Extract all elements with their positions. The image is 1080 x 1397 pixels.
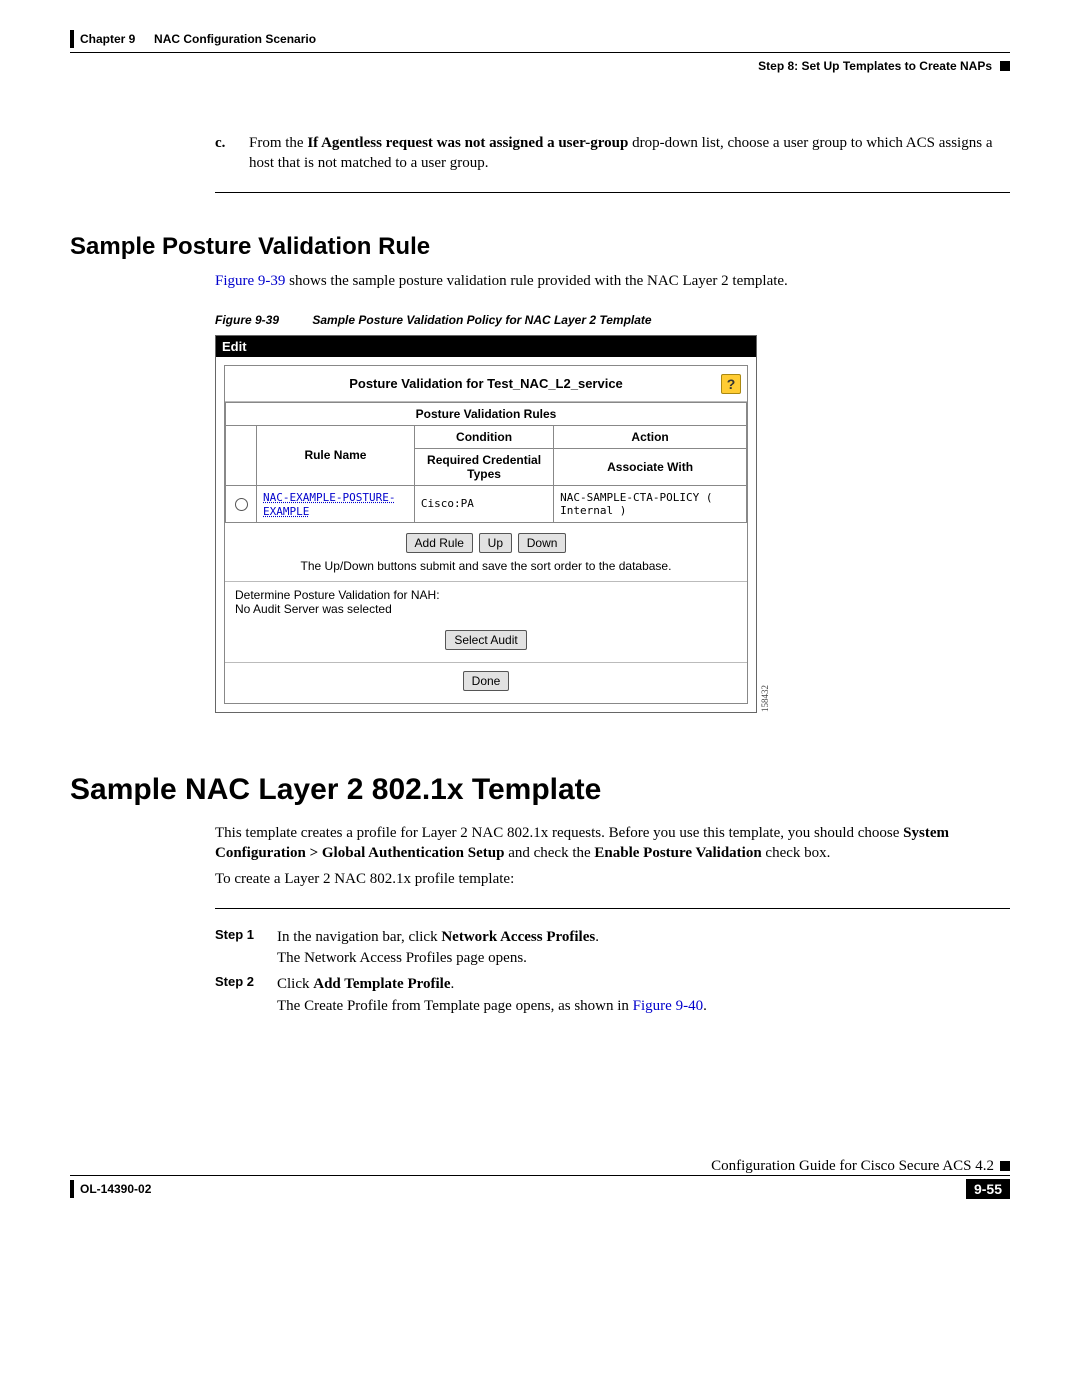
rule-row-radio[interactable] <box>235 498 248 511</box>
col-condition: Condition <box>414 425 553 448</box>
page-number: 9-55 <box>966 1179 1010 1199</box>
done-button[interactable]: Done <box>463 671 510 691</box>
list-item-c: c. From the If Agentless request was not… <box>215 133 1010 174</box>
step-1-line-1: In the navigation bar, click Network Acc… <box>277 927 1010 949</box>
figure-window-title: Edit <box>216 336 756 357</box>
section2-paragraph-1: This template creates a profile for Laye… <box>215 823 1010 864</box>
figure-9-40-link[interactable]: Figure 9-40 <box>633 998 703 1014</box>
divider <box>215 192 1010 193</box>
down-button[interactable]: Down <box>518 533 567 553</box>
section2-paragraph-2: To create a Layer 2 NAC 802.1x profile t… <box>215 869 1010 889</box>
list-item-c-text: From the If Agentless request was not as… <box>249 133 1010 174</box>
header-rule <box>70 52 1010 53</box>
section1-paragraph: Figure 9-39 shows the sample posture val… <box>215 271 1010 291</box>
chapter-number: Chapter 9 <box>80 32 135 46</box>
up-button[interactable]: Up <box>479 533 512 553</box>
step-2: Step 2 Click Add Template Profile. The C… <box>215 974 1010 1018</box>
list-item-c-label: c. <box>215 133 235 174</box>
heading-sample-posture-validation-rule: Sample Posture Validation Rule <box>70 233 1010 261</box>
rules-table-title: Posture Validation Rules <box>226 402 747 425</box>
figure-number: Figure 9-39 <box>215 313 279 327</box>
step-2-line-2: The Create Profile from Template page op… <box>277 996 1010 1018</box>
figure-title: Sample Posture Validation Policy for NAC… <box>312 313 651 327</box>
step-1-label: Step 1 <box>215 927 261 971</box>
step-1: Step 1 In the navigation bar, click Netw… <box>215 927 1010 971</box>
footer-doc-id: OL-14390-02 <box>80 1182 151 1196</box>
col-action: Action <box>554 425 747 448</box>
heading-sample-nac-layer2-8021x-template: Sample NAC Layer 2 802.1x Template <box>70 773 1010 807</box>
figure-side-code: 158432 <box>760 685 770 712</box>
nah-line2: No Audit Server was selected <box>235 602 737 616</box>
col-required-credential-types: Required Credential Types <box>414 448 553 485</box>
page-footer: Configuration Guide for Cisco Secure ACS… <box>70 1158 1010 1199</box>
header-mark-right <box>1000 61 1010 71</box>
divider <box>215 908 1010 909</box>
footer-mark-right <box>1000 1161 1010 1171</box>
add-rule-button[interactable]: Add Rule <box>406 533 473 553</box>
figure-9-39-link[interactable]: Figure 9-39 <box>215 273 285 289</box>
chapter-title: NAC Configuration Scenario <box>154 32 316 46</box>
figure-note: The Up/Down buttons submit and save the … <box>225 559 747 573</box>
figure-panel-title: Posture Validation for Test_NAC_L2_servi… <box>225 366 747 402</box>
step-2-line-1: Click Add Template Profile. <box>277 974 1010 996</box>
footer-guide-title: Configuration Guide for Cisco Secure ACS… <box>711 1158 994 1175</box>
figure-button-row: Add Rule Up Down <box>229 531 743 555</box>
col-associate-with: Associate With <box>554 448 747 485</box>
nah-block: Determine Posture Validation for NAH: No… <box>225 581 747 622</box>
header-mark-left <box>70 30 74 48</box>
select-audit-button[interactable]: Select Audit <box>445 630 526 650</box>
step-label: Step 8: Set Up Templates to Create NAPs <box>758 59 992 73</box>
rule-name-link[interactable]: NAC-EXAMPLE-POSTURE-EXAMPLE <box>263 491 395 518</box>
table-row: NAC-EXAMPLE-POSTURE-EXAMPLE Cisco:PA NAC… <box>226 485 747 522</box>
rule-action-cell: NAC-SAMPLE-CTA-POLICY ( Internal ) <box>554 485 747 522</box>
rule-condition-cell: Cisco:PA <box>414 485 553 522</box>
step-1-line-2: The Network Access Profiles page opens. <box>277 948 1010 970</box>
posture-validation-rules-table: Posture Validation Rules Rule Name Condi… <box>225 402 747 523</box>
step-2-label: Step 2 <box>215 974 261 1018</box>
figure-caption: Figure 9-39 Sample Posture Validation Po… <box>215 313 1010 327</box>
page-header: Chapter 9 NAC Configuration Scenario <box>70 30 1010 48</box>
help-icon[interactable]: ? <box>721 374 741 394</box>
figure-9-39: Edit Posture Validation for Test_NAC_L2_… <box>215 335 757 713</box>
nah-line1: Determine Posture Validation for NAH: <box>235 588 737 602</box>
footer-mark-left <box>70 1180 74 1198</box>
col-rule-name: Rule Name <box>257 425 415 485</box>
